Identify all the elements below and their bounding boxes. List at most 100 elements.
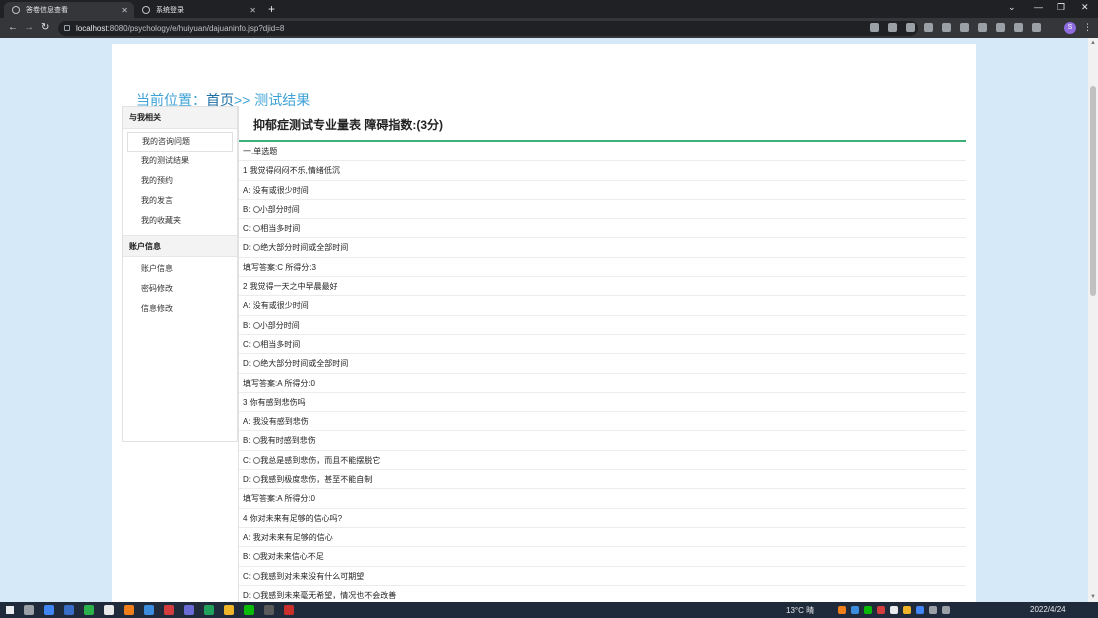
option-radio[interactable] — [253, 244, 261, 252]
zoom-icon[interactable] — [870, 23, 879, 32]
page-scrollbar[interactable]: ▲ ▼ — [1088, 38, 1098, 602]
tray-icon[interactable] — [877, 606, 885, 614]
close-icon[interactable]: ✕ — [121, 6, 128, 15]
url-field[interactable]: localhost:8080/psychology/e/huiyuan/daju… — [58, 21, 918, 36]
app-icon[interactable] — [124, 605, 134, 615]
question-row: B: 我有时感到悲伤 — [239, 431, 966, 451]
back-icon[interactable]: ← — [8, 22, 18, 33]
question-row: 填写答案:C 所得分:3 — [239, 258, 966, 278]
option-radio[interactable] — [252, 437, 260, 445]
question-row: A: 没有或很少时间 — [239, 181, 966, 200]
app-icon[interactable] — [64, 605, 74, 615]
windows-start-icon[interactable] — [6, 606, 14, 614]
app-icon[interactable] — [184, 605, 194, 615]
question-row: 2 我觉得一天之中早晨最好 — [239, 277, 966, 297]
app-icon[interactable] — [84, 605, 94, 615]
option-radio[interactable] — [253, 225, 261, 233]
app-icon[interactable] — [284, 605, 294, 615]
url-host: localhost — [76, 24, 108, 33]
question-row: 1 我觉得闷闷不乐,情绪低沉 — [239, 161, 966, 181]
sidebar-item-edit-info[interactable]: 信息修改 — [127, 300, 233, 320]
os-taskbar: 13°C 晴 2022/4/24 — [0, 602, 1098, 618]
search-icon[interactable] — [24, 605, 34, 615]
sidepanel-icon[interactable] — [1032, 23, 1041, 32]
question-row: A: 我没有感到悲伤 — [239, 412, 966, 432]
question-row: C: 我总是感到悲伤，而且不能摆脱它 — [239, 451, 966, 471]
forward-icon[interactable]: → — [24, 22, 34, 33]
maximize-button[interactable]: ❐ — [1057, 2, 1065, 13]
tray-icon[interactable] — [838, 606, 846, 614]
question-row: 填写答案:A 所得分:0 — [239, 489, 966, 509]
extension-icon[interactable] — [996, 23, 1005, 32]
new-tab-button[interactable]: + — [268, 2, 275, 16]
app-icon[interactable] — [264, 605, 274, 615]
close-icon[interactable]: ✕ — [249, 6, 256, 15]
option-radio[interactable] — [253, 456, 261, 464]
tab-label: 系统登录 — [156, 7, 184, 14]
close-window-button[interactable]: ✕ — [1081, 2, 1089, 13]
puzzle-icon[interactable] — [1014, 23, 1023, 32]
sidebar-item-my-appointments[interactable]: 我的预约 — [127, 172, 233, 192]
volume-icon[interactable] — [929, 606, 937, 614]
sidebar-item-account-info[interactable]: 账户信息 — [127, 260, 233, 280]
taskbar-clock[interactable]: 2022/4/24 — [1030, 605, 1066, 614]
app-icon[interactable] — [164, 605, 174, 615]
share-icon[interactable] — [888, 23, 897, 32]
weather-widget[interactable]: 13°C 晴 — [786, 605, 814, 616]
option-radio[interactable] — [252, 553, 260, 561]
tab-label: 答卷信息查看 — [26, 7, 68, 14]
minimize-button[interactable]: — — [1034, 2, 1043, 12]
bookmark-star-icon[interactable] — [906, 23, 915, 32]
sidebar-item-my-posts[interactable]: 我的发言 — [127, 192, 233, 212]
main-page: 当前位置：首页>> 测试结果 与我相关 我的咨询问题 我的测试结果 我的预约 我… — [112, 44, 976, 602]
extension-icon[interactable] — [924, 23, 933, 32]
question-row: D: 我感到未来毫无希望，情况也不会改善 — [239, 586, 966, 602]
app-icon[interactable] — [204, 605, 214, 615]
network-icon[interactable] — [942, 606, 950, 614]
option-radio[interactable] — [253, 340, 261, 348]
option-radio[interactable] — [253, 591, 261, 599]
scrollbar-thumb[interactable] — [1090, 86, 1096, 296]
tray-icon[interactable] — [851, 606, 859, 614]
question-row: D: 我感到极度悲伤，甚至不能自制 — [239, 470, 966, 490]
question-row: D: 绝大部分时间或全部时间 — [239, 238, 966, 258]
page-viewport: 当前位置：首页>> 测试结果 与我相关 我的咨询问题 我的测试结果 我的预约 我… — [0, 38, 1098, 602]
browser-tab-bar: 答卷信息查看 ✕ 系统登录 ✕ + ⌄ — ❐ ✕ — [0, 0, 1098, 18]
tab-answer-view[interactable]: 答卷信息查看 ✕ — [4, 2, 134, 18]
chrome-icon[interactable] — [44, 605, 54, 615]
question-row: 填写答案:A 所得分:0 — [239, 374, 966, 393]
tab-search-icon[interactable]: ⌄ — [1008, 2, 1016, 13]
reload-icon[interactable]: ↻ — [41, 22, 49, 33]
globe-icon — [12, 6, 20, 14]
site-info-icon[interactable] — [64, 25, 70, 31]
tray-icon[interactable] — [890, 606, 898, 614]
profile-avatar[interactable]: S — [1064, 22, 1076, 34]
result-content: 抑郁症测试专业量表 障碍指数:(3分) 一.单选题 1 我觉得闷闷不乐,情绪低沉 A… — [238, 106, 966, 602]
tray-icon[interactable] — [903, 606, 911, 614]
extension-icon[interactable] — [960, 23, 969, 32]
tab-login[interactable]: 系统登录 ✕ — [134, 2, 262, 18]
option-radio[interactable] — [252, 321, 260, 329]
sidebar-item-my-favorites[interactable]: 我的收藏夹 — [127, 212, 233, 232]
tray-icon[interactable] — [916, 606, 924, 614]
sidebar-item-my-results[interactable]: 我的测试结果 — [127, 152, 233, 172]
menu-kebab-icon[interactable]: ⋮ — [1083, 22, 1092, 33]
option-radio[interactable] — [252, 205, 260, 213]
question-row: C: 我感到对未来没有什么可期望 — [239, 567, 966, 586]
option-radio[interactable] — [253, 360, 261, 368]
scroll-up-icon[interactable]: ▲ — [1090, 40, 1096, 46]
option-radio[interactable] — [253, 572, 261, 580]
tray-icon[interactable] — [864, 606, 872, 614]
app-icon[interactable] — [144, 605, 154, 615]
extension-icon[interactable] — [942, 23, 951, 32]
folder-icon[interactable] — [224, 605, 234, 615]
wechat-icon[interactable] — [244, 605, 254, 615]
sidebar-item-my-questions[interactable]: 我的咨询问题 — [127, 132, 233, 152]
sidebar-list-related: 我的咨询问题 我的测试结果 我的预约 我的发言 我的收藏夹 — [123, 129, 237, 235]
scroll-down-icon[interactable]: ▼ — [1090, 594, 1096, 600]
option-radio[interactable] — [253, 476, 261, 484]
extension-icon[interactable] — [978, 23, 987, 32]
sidebar-item-password[interactable]: 密码修改 — [127, 280, 233, 300]
globe-icon — [142, 6, 150, 14]
app-icon[interactable] — [104, 605, 114, 615]
